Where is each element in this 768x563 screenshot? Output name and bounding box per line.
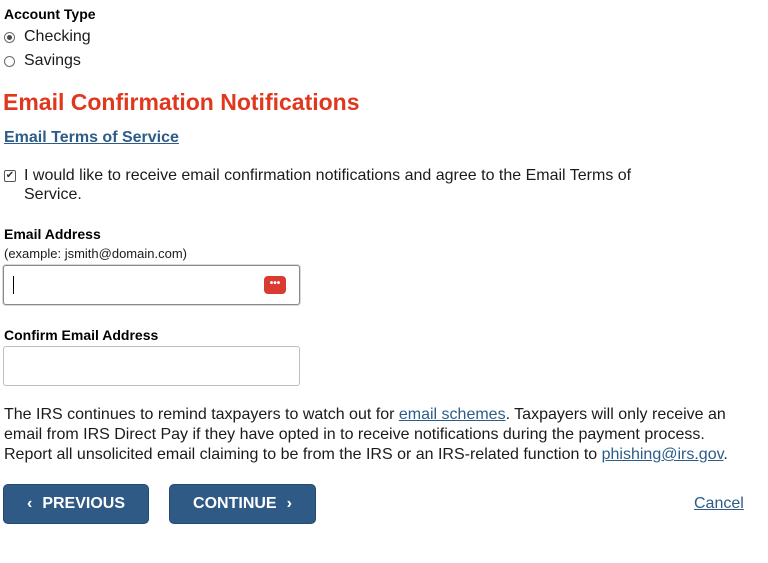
radio-savings-label: Savings [24,52,81,69]
agree-text-line1: I would like to receive email confirmati… [24,167,632,184]
confirm-email-input[interactable] [3,346,300,386]
email-address-input[interactable]: ••• [3,265,300,305]
radio-checking[interactable]: Checking [4,28,91,46]
chevron-left-icon: ‹ [26,495,33,512]
password-manager-icon[interactable]: ••• [264,276,286,294]
notice-text-1: The IRS continues to remind taxpayers to… [4,406,399,423]
radio-checking-label: Checking [24,28,91,45]
cancel-link[interactable]: Cancel [694,495,744,513]
previous-button-label: PREVIOUS [42,495,125,512]
email-terms-link[interactable]: Email Terms of Service [4,129,179,147]
phishing-notice-line2: email from IRS Direct Pay if they have o… [4,426,705,443]
account-type-label: Account Type [4,6,96,22]
continue-button[interactable]: CONTINUE › [169,484,316,524]
email-address-hint: (example: jsmith@domain.com) [4,246,187,261]
confirm-email-label: Confirm Email Address [4,327,159,343]
email-schemes-link[interactable]: email schemes [399,406,506,423]
email-address-label: Email Address [4,226,101,242]
radio-savings-indicator[interactable] [4,55,15,67]
agree-text-line2: Service. [24,186,82,203]
notice-text-3: Report all unsolicited email claiming to… [4,446,602,463]
notice-text-4: . [723,446,728,463]
radio-checking-indicator[interactable] [4,31,15,43]
phishing-notice-line1: The IRS continues to remind taxpayers to… [4,405,764,425]
text-caret [13,276,14,294]
phishing-email-link[interactable]: phishing@irs.gov [602,446,724,463]
chevron-right-icon: › [286,495,292,512]
previous-button[interactable]: ‹ PREVIOUS [3,484,149,524]
phishing-notice-line3: Report all unsolicited email claiming to… [4,445,764,465]
notice-text-2: . Taxpayers will only receive an [505,406,726,423]
continue-button-label: CONTINUE [193,495,277,512]
agree-text: I would like to receive email confirmati… [24,166,631,204]
radio-savings[interactable]: Savings [4,52,81,70]
email-section-heading: Email Confirmation Notifications [3,89,360,115]
phishing-notice: The IRS continues to remind taxpayers to… [4,405,764,465]
agree-checkbox[interactable]: ✔ [4,170,16,182]
